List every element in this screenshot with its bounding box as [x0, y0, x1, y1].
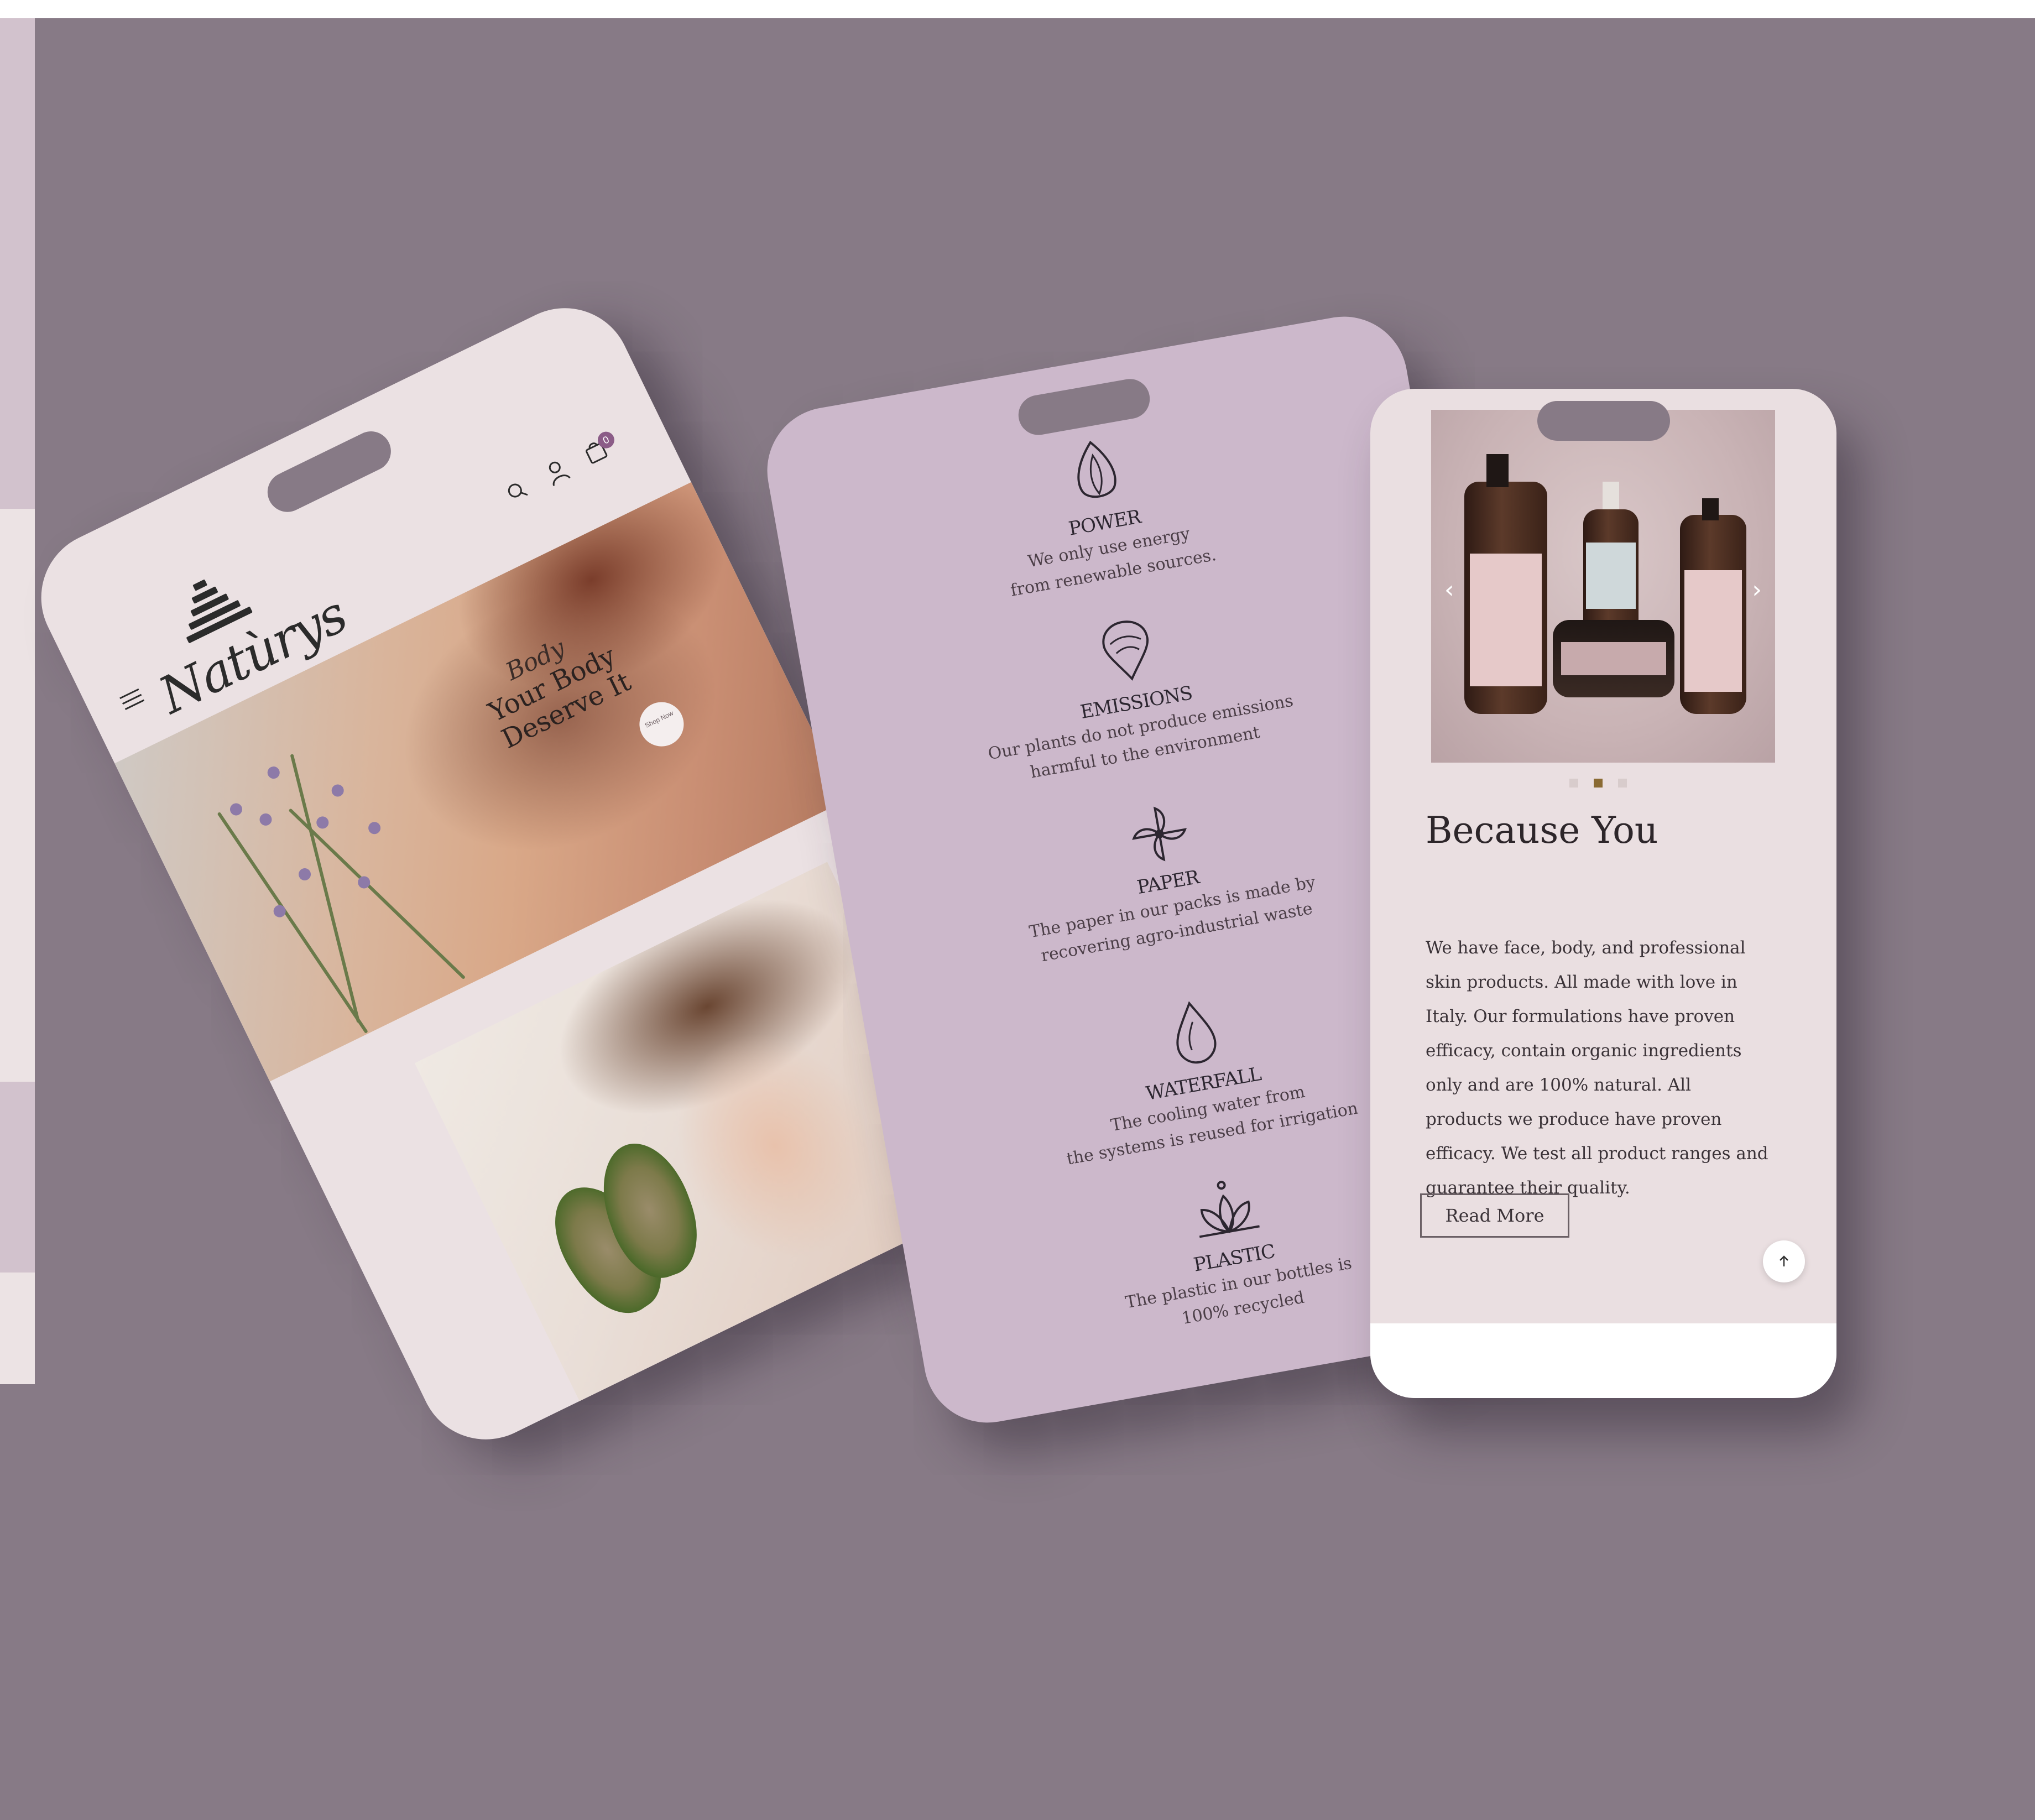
phone-notch [1015, 376, 1153, 439]
left-strip-segment [0, 1384, 35, 1820]
arrow-up-icon [1780, 1255, 1788, 1266]
phone-footer [1370, 1323, 1836, 1398]
top-bar [0, 0, 2035, 18]
phone-notch [1537, 401, 1670, 441]
hamburger-menu-icon[interactable] [119, 687, 145, 712]
product-carousel-image: ‹ › [1431, 410, 1775, 763]
carousel-prev-icon[interactable]: ‹ [1444, 576, 1454, 604]
search-icon[interactable] [503, 477, 532, 506]
left-panel-strip [0, 18, 35, 1820]
cart-button[interactable]: 0 [582, 429, 622, 468]
water-drop-icon [1176, 1001, 1217, 1064]
carousel-dot[interactable] [1569, 779, 1578, 788]
carousel-indicator [1569, 779, 1627, 788]
location-leaf-icon [1102, 620, 1149, 681]
hero-caption: Body Your Body Deserve It [472, 612, 639, 755]
phone-about-mockup: ‹ › Because You We have face, body, and … [1370, 389, 1836, 1398]
left-strip-segment [0, 18, 35, 509]
shop-now-button[interactable]: Shop Now [632, 695, 691, 754]
pinwheel-icon [1132, 806, 1187, 862]
left-strip-segment [0, 1082, 35, 1273]
carousel-dot[interactable] [1618, 779, 1627, 788]
lotus-icon [1199, 1181, 1260, 1238]
section-title: Because You [1426, 809, 1658, 852]
section-body-text: We have face, body, and professional ski… [1426, 938, 1768, 1198]
header-actions: 0 [502, 429, 622, 507]
phone-notch [260, 424, 398, 519]
leaf-icon [1077, 440, 1116, 498]
user-icon[interactable] [542, 456, 572, 488]
carousel-dot-active[interactable] [1594, 779, 1603, 788]
scroll-to-top-button[interactable] [1763, 1240, 1805, 1282]
read-more-button[interactable]: Read More [1420, 1193, 1569, 1238]
carousel-next-icon[interactable]: › [1752, 576, 1762, 604]
